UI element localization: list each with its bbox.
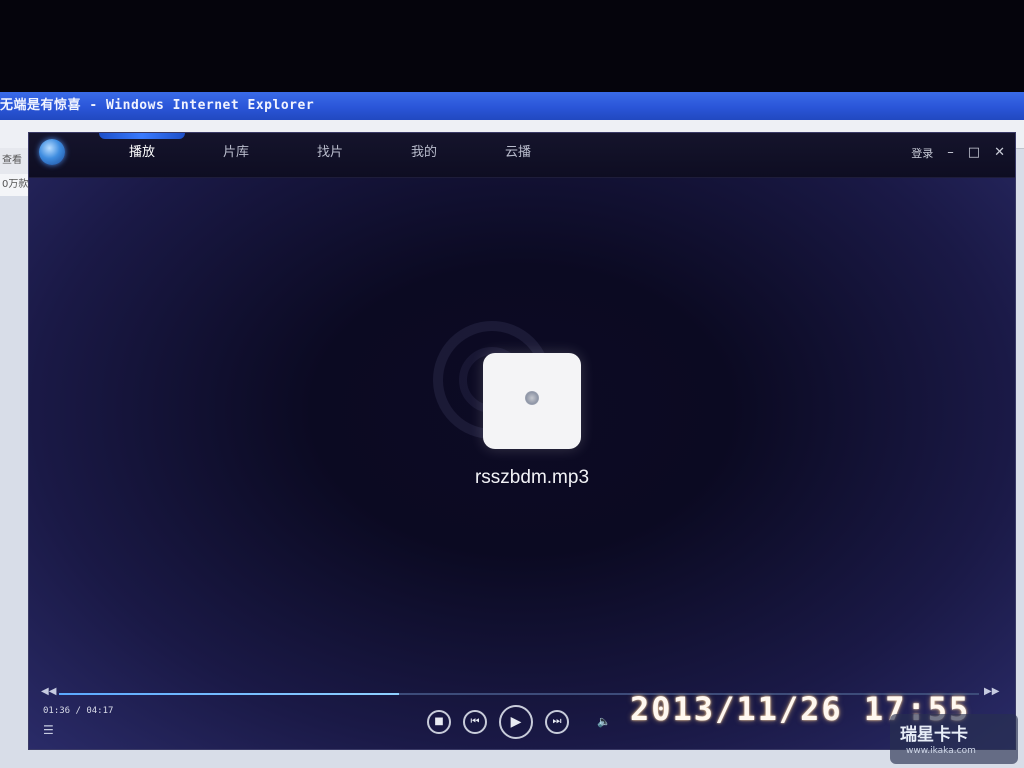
playlist-icon[interactable]: ☰ [43,723,54,737]
window-controls: 登录 – □ ✕ [911,145,1005,161]
tab-cloud[interactable]: 云播 [471,133,565,177]
tab-mine[interactable]: 我的 [377,133,471,177]
maximize-icon[interactable]: □ [968,146,980,160]
login-button[interactable]: 登录 [911,145,933,161]
time-display: 01:36 / 04:17 [43,706,114,716]
play-button[interactable]: ▶ [499,705,533,739]
previous-button[interactable]: ⏮ [463,710,487,734]
media-filename: rsszbdm.mp3 [474,467,590,488]
disc-icon [525,391,539,405]
ie-window-title: 无端是有惊喜 - Windows Internet Explorer [0,98,315,113]
tab-play[interactable]: 播放 [95,133,189,177]
tab-library[interactable]: 片库 [189,133,283,177]
stop-button[interactable]: ■ [427,710,451,734]
watermark-url: www.ikaka.com [906,746,976,756]
playback-controls: ■ ⏮ ▶ ⏭ [427,705,569,739]
watermark: 瑞星卡卡 www.ikaka.com [890,714,1018,764]
player-tabs: 播放 片库 找片 我的 云播 [95,133,565,177]
seek-forward-icon[interactable]: ▶▶ [984,686,999,697]
player-header: 播放 片库 找片 我的 云播 登录 – □ ✕ [29,133,1015,178]
media-player-window: 播放 片库 找片 我的 云播 登录 – □ ✕ rsszbdm.mp3 ◀◀ ▶… [28,132,1016,750]
volume-icon[interactable]: 🔈 [597,715,611,728]
tab-find[interactable]: 找片 [283,133,377,177]
album-art [483,353,581,449]
minimize-icon[interactable]: – [947,146,954,160]
watermark-title: 瑞星卡卡 [900,725,968,745]
next-button[interactable]: ⏭ [545,710,569,734]
close-icon[interactable]: ✕ [994,146,1005,160]
player-logo-icon[interactable] [39,139,65,165]
seek-back-icon[interactable]: ◀◀ [41,686,56,697]
ie-titlebar: 无端是有惊喜 - Windows Internet Explorer [0,92,1024,120]
progress-fill [59,693,400,695]
